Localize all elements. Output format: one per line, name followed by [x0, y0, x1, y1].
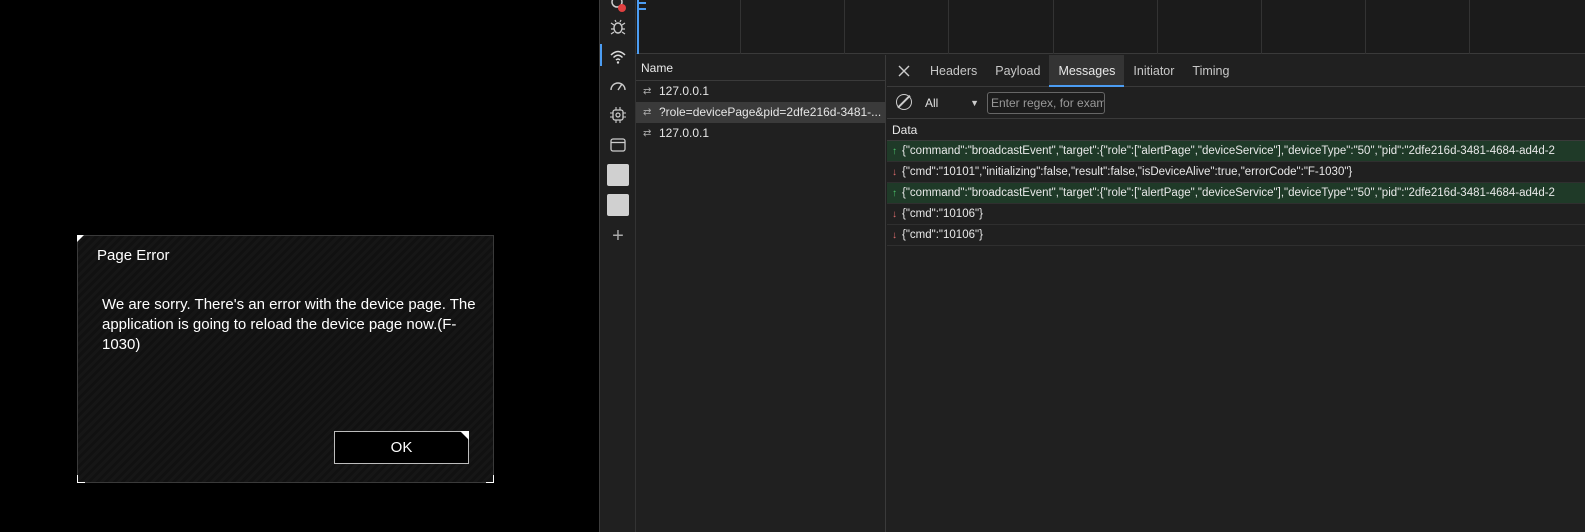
message-text: {"cmd":"10106"}: [902, 208, 983, 220]
wifi-icon[interactable]: [606, 45, 630, 69]
clear-messages-icon[interactable]: [896, 94, 912, 110]
timeline-marker-handle: [639, 2, 646, 10]
timeline-gridline: [948, 0, 949, 54]
message-text: {"cmd":"10101","initializing":false,"res…: [902, 166, 1353, 178]
active-indicator: [600, 44, 602, 66]
button-corner-decoration: [460, 431, 469, 440]
received-arrow-icon: ↓: [892, 209, 897, 220]
ok-button[interactable]: OK: [334, 431, 469, 464]
message-type-select[interactable]: All ▼: [925, 92, 981, 114]
tab-messages[interactable]: Messages: [1049, 54, 1125, 87]
tab-payload[interactable]: Payload: [986, 55, 1049, 87]
message-row[interactable]: ↓ {"cmd":"10106"}: [887, 225, 1585, 246]
application-window-icon[interactable]: [606, 133, 630, 157]
message-row[interactable]: ↑ {"command":"broadcastEvent","target":{"…: [887, 183, 1585, 204]
activity-bar: +: [600, 0, 636, 532]
websocket-icon: ⇄: [643, 86, 652, 97]
plus-icon[interactable]: +: [606, 224, 630, 248]
page-error-dialog: Page Error We are sorry. There's an erro…: [77, 235, 494, 483]
timeline-gridline: [1261, 0, 1262, 54]
bug-icon[interactable]: [606, 15, 630, 39]
sent-arrow-icon: ↑: [892, 146, 897, 157]
message-text: {"command":"broadcastEvent","target":{"r…: [902, 145, 1555, 157]
name-column-header[interactable]: Name: [636, 55, 885, 81]
request-name: ?role=devicePage&pid=2dfe216d-3481-...: [659, 105, 882, 119]
ok-button-label: OK: [390, 439, 413, 456]
request-row[interactable]: ⇄ 127.0.0.1: [636, 81, 885, 102]
request-name: 127.0.0.1: [659, 84, 710, 98]
close-icon[interactable]: [887, 55, 921, 87]
dialog-title: Page Error: [97, 247, 170, 264]
data-column-header[interactable]: Data: [887, 119, 1585, 141]
tab-timing[interactable]: Timing: [1183, 55, 1238, 87]
request-detail-panel: Headers Payload Messages Initiator Timin…: [887, 54, 1585, 532]
message-filter-bar: All ▼: [887, 87, 1585, 119]
message-text: {"command":"broadcastEvent","target":{"r…: [902, 187, 1555, 199]
tab-headers[interactable]: Headers: [921, 55, 986, 87]
message-row[interactable]: ↓ {"cmd":"10106"}: [887, 204, 1585, 225]
received-arrow-icon: ↓: [892, 230, 897, 241]
tab-initiator[interactable]: Initiator: [1124, 55, 1183, 87]
message-row[interactable]: ↓ {"cmd":"10101","initializing":false,"re…: [887, 162, 1585, 183]
regex-filter-input[interactable]: [987, 92, 1105, 114]
cpu-icon[interactable]: [606, 103, 630, 127]
message-text: {"cmd":"10106"}: [902, 229, 983, 241]
request-name: 127.0.0.1: [659, 126, 710, 140]
message-type-value: All: [925, 96, 939, 110]
dialog-corner-decoration: [77, 235, 84, 242]
dialog-message: We are sorry. There's an error with the …: [102, 296, 476, 353]
sent-arrow-icon: ↑: [892, 188, 897, 199]
request-list-panel: Name ⇄ 127.0.0.1 ⇄ ?role=devicePage&pid=…: [636, 55, 886, 532]
detail-tabs: Headers Payload Messages Initiator Timin…: [887, 54, 1585, 87]
timeline-gridline: [1157, 0, 1158, 54]
square-icon[interactable]: [607, 194, 629, 216]
dialog-corner-decoration: [486, 475, 494, 483]
devtools-panel: + Name ⇄ 127.0.0.1 ⇄ ?role=devicePage&pi…: [599, 0, 1585, 532]
performance-gauge-icon[interactable]: [606, 74, 630, 98]
timeline-gridline: [1469, 0, 1470, 54]
timeline-gridline: [844, 0, 845, 54]
websocket-icon: ⇄: [643, 128, 652, 139]
square-icon[interactable]: [607, 164, 629, 186]
timeline-gridline: [1053, 0, 1054, 54]
dialog-corner-decoration: [77, 475, 85, 483]
app-area: Page Error We are sorry. There's an erro…: [0, 0, 600, 532]
timeline-gridline: [740, 0, 741, 54]
request-row[interactable]: ⇄ ?role=devicePage&pid=2dfe216d-3481-...: [636, 102, 885, 123]
chevron-down-icon: ▼: [970, 98, 979, 108]
message-row[interactable]: ↑ {"command":"broadcastEvent","target":{"…: [887, 141, 1585, 162]
websocket-icon: ⇄: [643, 107, 652, 118]
network-timeline[interactable]: [636, 0, 1585, 54]
received-arrow-icon: ↓: [892, 167, 897, 178]
request-row[interactable]: ⇄ 127.0.0.1: [636, 123, 885, 144]
timeline-gridline: [1365, 0, 1366, 54]
error-badge-icon[interactable]: [606, 0, 630, 16]
